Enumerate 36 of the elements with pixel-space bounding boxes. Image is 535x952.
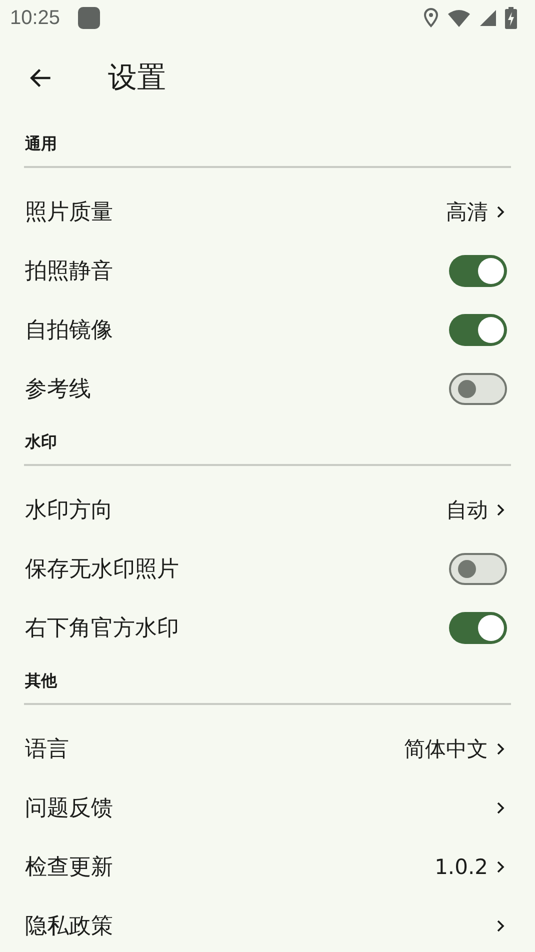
setting-label: 语言 bbox=[25, 736, 70, 764]
page-title: 设置 bbox=[108, 59, 166, 96]
notification-icon bbox=[78, 7, 100, 29]
chevron-right-icon[interactable] bbox=[496, 800, 506, 814]
toggle-switch[interactable] bbox=[449, 254, 507, 286]
section-header: 通用 bbox=[25, 134, 57, 154]
setting-label: 右下角官方水印 bbox=[25, 614, 180, 642]
wifi-icon bbox=[447, 9, 471, 27]
setting-label: 水印方向 bbox=[25, 496, 114, 524]
setting-value: 自动 bbox=[446, 496, 488, 524]
chevron-right-icon[interactable] bbox=[496, 502, 506, 516]
chevron-right-icon[interactable] bbox=[496, 918, 506, 932]
setting-label: 拍照静音 bbox=[25, 258, 114, 286]
toggle-switch[interactable] bbox=[449, 372, 507, 404]
section-header: 水印 bbox=[25, 432, 57, 452]
status-time: 10:25 bbox=[10, 6, 60, 30]
setting-label: 检查更新 bbox=[25, 854, 114, 882]
setting-label: 保存无水印照片 bbox=[25, 556, 180, 584]
chevron-right-icon[interactable] bbox=[496, 204, 506, 218]
setting-label: 隐私政策 bbox=[25, 912, 114, 940]
toggle-switch[interactable] bbox=[449, 552, 507, 584]
setting-value: 1.0.2 bbox=[434, 854, 488, 878]
signal-icon bbox=[479, 9, 497, 27]
setting-value: 简体中文 bbox=[404, 736, 488, 762]
setting-value: 高清 bbox=[446, 198, 488, 226]
location-icon bbox=[423, 8, 439, 28]
chevron-right-icon[interactable] bbox=[496, 742, 506, 756]
section-header: 其他 bbox=[25, 671, 57, 691]
toggle-switch[interactable] bbox=[449, 612, 507, 644]
battery-icon bbox=[505, 7, 517, 29]
setting-label: 自拍镜像 bbox=[25, 316, 114, 344]
setting-label: 照片质量 bbox=[25, 198, 114, 226]
chevron-right-icon[interactable] bbox=[496, 860, 506, 874]
setting-label: 问题反馈 bbox=[25, 794, 114, 822]
toggle-switch[interactable] bbox=[449, 314, 507, 346]
setting-label: 参考线 bbox=[25, 376, 92, 404]
